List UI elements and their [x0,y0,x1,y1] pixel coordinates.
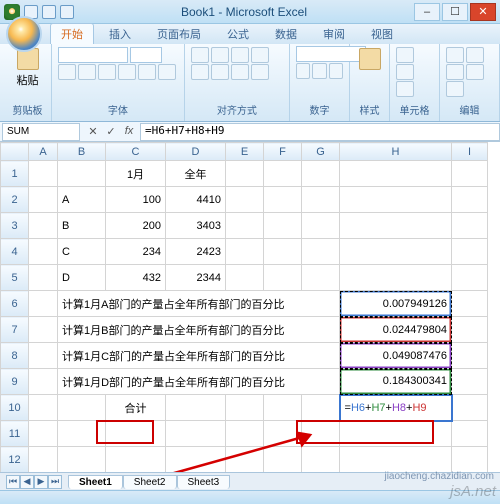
sheet-nav-first-icon[interactable]: ⏮ [6,475,20,489]
qat-undo-icon[interactable] [42,5,56,19]
col-header[interactable]: G [302,143,340,161]
maximize-button[interactable]: ☐ [442,3,468,21]
align-top-button[interactable] [191,47,209,63]
fill-color-button[interactable] [138,64,156,80]
sort-button[interactable] [466,47,484,63]
tab-data[interactable]: 数据 [264,23,308,44]
row-header[interactable]: 2 [1,187,29,213]
font-color-button[interactable] [158,64,176,80]
office-button[interactable] [6,16,42,52]
col-header[interactable]: E [226,143,264,161]
sheet-nav-next-icon[interactable]: ▶ [34,475,48,489]
cell-h6[interactable]: 0.007949126 [340,291,452,317]
row-header[interactable]: 6 [1,291,29,317]
align-mid-button[interactable] [211,47,229,63]
merge-button[interactable] [251,64,269,80]
ribbon-tab-row: 开始 插入 页面布局 公式 数据 审阅 视图 [0,24,500,44]
border-button[interactable] [118,64,136,80]
styles-button[interactable] [356,46,383,72]
cell-h9[interactable]: 0.184300341 [340,369,452,395]
delete-cell-button[interactable] [396,64,414,80]
italic-button[interactable] [78,64,96,80]
row-header[interactable]: 9 [1,369,29,395]
cell-h10-editing[interactable]: =H6+H7+H8+H9 [340,395,452,421]
styles-icon [359,48,381,70]
align-left-button[interactable] [191,64,209,80]
comma-button[interactable] [312,63,326,79]
bold-button[interactable] [58,64,76,80]
col-header[interactable]: A [29,143,58,161]
select-all-button[interactable] [1,143,29,161]
fill-button[interactable] [446,64,464,80]
sheet-tab[interactable]: Sheet3 [177,475,231,489]
sheet-nav-prev-icon[interactable]: ◀ [20,475,34,489]
col-header[interactable]: C [106,143,166,161]
insert-cell-button[interactable] [396,47,414,63]
paste-button[interactable]: 粘贴 [10,46,45,90]
sheet-tab[interactable]: Sheet1 [68,475,123,489]
col-header[interactable]: H [340,143,452,161]
row-header[interactable]: 4 [1,239,29,265]
tab-insert[interactable]: 插入 [98,23,142,44]
window-title: Book1 - Microsoft Excel [74,5,414,19]
cancel-formula-icon[interactable]: ✕ [86,125,100,138]
font-select[interactable] [58,47,128,63]
row-header[interactable]: 3 [1,213,29,239]
col-header[interactable]: D [166,143,226,161]
row-header[interactable]: 7 [1,317,29,343]
dec-inc-button[interactable] [329,63,343,79]
cell-h8[interactable]: 0.049087476 [340,343,452,369]
sheet-tab[interactable]: Sheet2 [123,475,177,489]
col-header[interactable]: B [58,143,106,161]
row-header[interactable]: 12 [1,447,29,473]
percent-button[interactable] [296,63,310,79]
col-header[interactable]: I [452,143,488,161]
clear-button[interactable] [446,81,464,97]
tab-pagelayout[interactable]: 页面布局 [146,23,212,44]
tab-formulas[interactable]: 公式 [216,23,260,44]
enter-formula-icon[interactable]: ✓ [104,125,118,138]
fx-icon[interactable]: fx [122,125,136,138]
col-header[interactable]: F [264,143,302,161]
quick-access-toolbar [24,5,74,19]
format-cell-button[interactable] [396,81,414,97]
minimize-button[interactable]: – [414,3,440,21]
name-box[interactable]: SUM [2,123,80,141]
qat-redo-icon[interactable] [60,5,74,19]
tab-view[interactable]: 视图 [360,23,404,44]
align-bot-button[interactable] [231,47,249,63]
title-bar: Book1 - Microsoft Excel – ☐ ✕ [0,0,500,24]
autosum-button[interactable] [446,47,464,63]
close-button[interactable]: ✕ [470,3,496,21]
tab-home[interactable]: 开始 [50,23,94,44]
underline-button[interactable] [98,64,116,80]
align-right-button[interactable] [231,64,249,80]
cell-h7[interactable]: 0.024479804 [340,317,452,343]
wrap-button[interactable] [251,47,269,63]
row-header[interactable]: 5 [1,265,29,291]
row-header[interactable]: 10 [1,395,29,421]
worksheet-grid[interactable]: A B C D E F G H I 11月全年 2A1004410 3B2003… [0,142,500,473]
tab-review[interactable]: 审阅 [312,23,356,44]
row-header[interactable]: 1 [1,161,29,187]
row-header[interactable]: 11 [1,421,29,447]
status-bar [0,490,500,504]
row-header[interactable]: 8 [1,343,29,369]
sheet-nav-last-icon[interactable]: ⏭ [48,475,62,489]
formula-input[interactable]: =H6+H7+H8+H9 [140,123,500,141]
font-size-select[interactable] [130,47,162,63]
sheet-tab-bar: ⏮ ◀ ▶ ⏭ Sheet1 Sheet2 Sheet3 [0,472,500,490]
formula-bar: SUM ✕ ✓ fx =H6+H7+H8+H9 [0,122,500,142]
ribbon: 粘贴 剪贴板 字体 对齐方式 数字 样式 单元格 [0,44,500,122]
find-button[interactable] [466,64,484,80]
align-center-button[interactable] [211,64,229,80]
